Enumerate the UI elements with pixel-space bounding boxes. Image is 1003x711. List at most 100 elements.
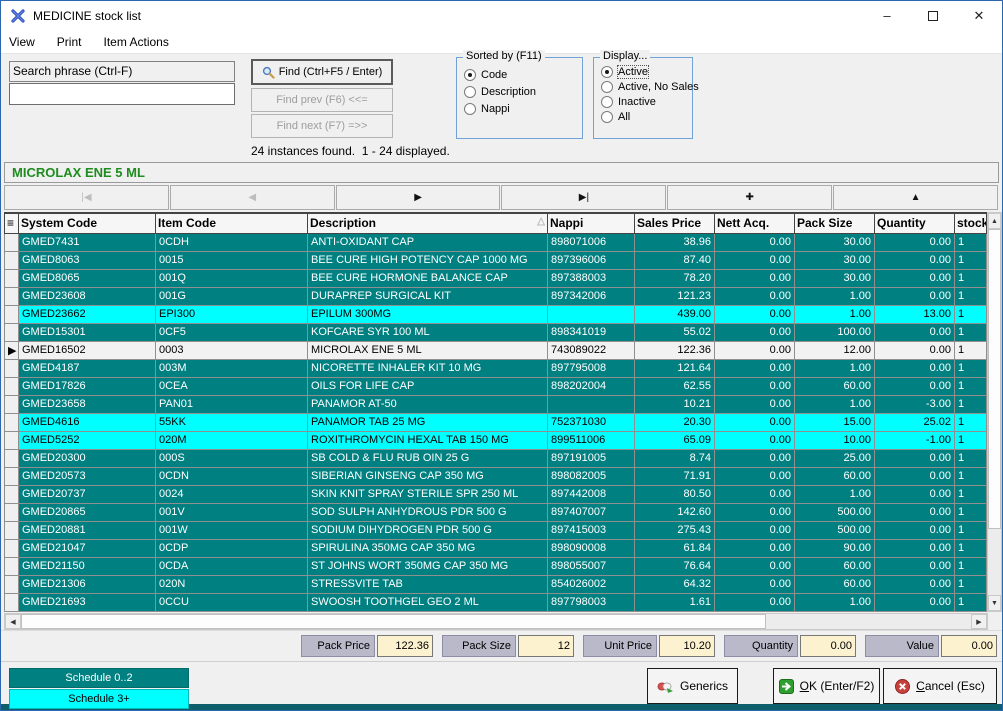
table-row[interactable]: GMED21306020NSTRESSVITE TAB85402600264.3…: [5, 575, 987, 593]
cell-sales-price: 142.60: [635, 503, 715, 521]
cell-item-code: PAN01: [156, 395, 308, 413]
maximize-button[interactable]: [910, 1, 956, 30]
table-row[interactable]: GMED20300000SSB COLD & FLU RUB OIN 25 G8…: [5, 449, 987, 467]
field-value-quantity[interactable]: 0.00: [800, 635, 856, 657]
table-row[interactable]: GMED210470CDPSPIRULINA 350MG CAP 350 MG8…: [5, 539, 987, 557]
table-row[interactable]: GMED20881001WSODIUM DIHYDROGEN PDR 500 G…: [5, 521, 987, 539]
cell-system-code: GMED20300: [19, 449, 156, 467]
field-pack-price: Pack Price122.36: [301, 635, 433, 657]
cell-item-code: 000S: [156, 449, 308, 467]
table-row[interactable]: GMED153010CF5KOFCARE SYR 100 ML898341019…: [5, 323, 987, 341]
table-row[interactable]: GMED80630015BEE CURE HIGH POTENCY CAP 10…: [5, 251, 987, 269]
scroll-down-button[interactable]: ▼: [988, 595, 1001, 611]
cell-nappi: 897407007: [548, 503, 635, 521]
cell-nappi: 898090008: [548, 539, 635, 557]
table-row[interactable]: GMED23662EPI300EPILUM 300MG439.000.001.0…: [5, 305, 987, 323]
display-option-all[interactable]: All: [601, 111, 692, 123]
minimize-button[interactable]: –: [864, 1, 910, 30]
field-value-pack-size[interactable]: 12: [518, 635, 574, 657]
table-row[interactable]: GMED205730CDNSIBERIAN GINSENG CAP 350 MG…: [5, 467, 987, 485]
menu-item-print[interactable]: Print: [57, 35, 82, 49]
table-row[interactable]: GMED5252020MROXITHROMYCIN HEXAL TAB 150 …: [5, 431, 987, 449]
find-prev-button[interactable]: Find prev (F6) <<=: [251, 88, 393, 112]
find-next-button[interactable]: Find next (F7) =>>: [251, 114, 393, 138]
cell-pack-size: 25.00: [795, 449, 875, 467]
table-row[interactable]: GMED23608001GDURAPREP SURGICAL KIT897342…: [5, 287, 987, 305]
cell-system-code: GMED17826: [19, 377, 156, 395]
last-record-button[interactable]: ▶|: [501, 185, 666, 210]
display-option-active-no-sales[interactable]: Active, No Sales: [601, 81, 692, 93]
column-header-pack-size[interactable]: Pack Size: [795, 213, 875, 233]
ok-button[interactable]: OK (Enter/F2): [773, 668, 880, 704]
sorted-by-option-description[interactable]: Description: [464, 86, 582, 98]
next-record-button[interactable]: ▶: [336, 185, 501, 210]
vertical-scrollbar[interactable]: ▲ ▼: [987, 212, 1002, 612]
find-button[interactable]: Find (Ctrl+F5 / Enter): [251, 59, 393, 85]
sorted-by-option-nappi[interactable]: Nappi: [464, 103, 582, 115]
cell-quantity: 0.00: [875, 377, 955, 395]
row-indicator: [5, 539, 19, 557]
cell-item-code: 0015: [156, 251, 308, 269]
table-row[interactable]: GMED23658PAN01PANAMOR AT-5010.210.001.00…: [5, 395, 987, 413]
column-header-quantity[interactable]: Quantity: [875, 213, 955, 233]
field-value-value[interactable]: 0.00: [941, 635, 997, 657]
menu-item-view[interactable]: View: [9, 35, 35, 49]
cell-nappi: 897795008: [548, 359, 635, 377]
scroll-up-record-button[interactable]: ▲: [833, 185, 998, 210]
scroll-left-button[interactable]: ◀: [5, 614, 21, 629]
cell-item-code: 0003: [156, 341, 308, 359]
table-row[interactable]: GMED461655KKPANAMOR TAB 25 MG75237103020…: [5, 413, 987, 431]
scroll-up-button[interactable]: ▲: [988, 213, 1001, 229]
vertical-scroll-thumb[interactable]: [988, 229, 1001, 529]
row-indicator: [5, 323, 19, 341]
sorted-by-option-code[interactable]: Code: [464, 69, 582, 81]
cancel-button[interactable]: Cancel (Esc): [883, 668, 997, 704]
menu-item-item-actions[interactable]: Item Actions: [103, 35, 168, 49]
cell-item-code: 0CDA: [156, 557, 308, 575]
table-row[interactable]: ▶GMED165020003MICROLAX ENE 5 ML743089022…: [5, 341, 987, 359]
display-option-inactive[interactable]: Inactive: [601, 96, 692, 108]
table-row[interactable]: GMED8065001QBEE CURE HORMONE BALANCE CAP…: [5, 269, 987, 287]
cell-pack-size: 500.00: [795, 521, 875, 539]
column-header-stock[interactable]: stock: [955, 213, 987, 233]
generics-button[interactable]: Generics: [647, 668, 738, 704]
vertical-scroll-track[interactable]: [988, 529, 1001, 595]
cell-system-code: GMED4616: [19, 413, 156, 431]
cell-pack-size: 90.00: [795, 539, 875, 557]
table-row[interactable]: GMED216930CCUSWOOSH TOOTHGEL GEO 2 ML897…: [5, 593, 987, 611]
table-row[interactable]: GMED211500CDAST JOHNS WORT 350MG CAP 350…: [5, 557, 987, 575]
horizontal-scroll-track[interactable]: [766, 614, 971, 629]
cell-sales-price: 38.96: [635, 233, 715, 251]
horizontal-scrollbar[interactable]: ◀ ▶: [4, 613, 988, 630]
column-header-nett-acq[interactable]: Nett Acq.: [715, 213, 795, 233]
row-indicator: [5, 593, 19, 611]
first-record-button[interactable]: |◀: [4, 185, 169, 210]
close-button[interactable]: ✕: [956, 1, 1002, 30]
cell-description: SPIRULINA 350MG CAP 350 MG: [308, 539, 548, 557]
display-option-active[interactable]: Active: [601, 66, 692, 78]
cell-pack-size: 60.00: [795, 467, 875, 485]
prior-record-button[interactable]: ◀: [170, 185, 335, 210]
scroll-right-button[interactable]: ▶: [971, 614, 987, 629]
cell-item-code: 0CDP: [156, 539, 308, 557]
table-row[interactable]: GMED74310CDHANTI-OXIDANT CAP89807100638.…: [5, 233, 987, 251]
table-row[interactable]: GMED4187003MNICORETTE INHALER KIT 10 MG8…: [5, 359, 987, 377]
column-header-description[interactable]: Description△: [308, 213, 548, 233]
column-header-system-code[interactable]: System Code: [19, 213, 156, 233]
table-row[interactable]: GMED178260CEAOILS FOR LIFE CAP8982020046…: [5, 377, 987, 395]
cell-nett-acq: 0.00: [715, 521, 795, 539]
cell-description: STRESSVITE TAB: [308, 575, 548, 593]
horizontal-scroll-thumb[interactable]: [21, 614, 766, 629]
field-value-unit-price[interactable]: 10.20: [659, 635, 715, 657]
column-header-sales-price[interactable]: Sales Price: [635, 213, 715, 233]
search-input[interactable]: [9, 83, 235, 105]
table-row[interactable]: GMED207370024SKIN KNIT SPRAY STERILE SPR…: [5, 485, 987, 503]
table-row[interactable]: GMED20865001VSOD SULPH ANHYDROUS PDR 500…: [5, 503, 987, 521]
cell-system-code: GMED15301: [19, 323, 156, 341]
bottom-panel: Schedule 0..2 Schedule 3+ Generics OK (E…: [1, 661, 1002, 704]
field-value-pack-price[interactable]: 122.36: [377, 635, 433, 657]
insert-record-button[interactable]: ✚: [667, 185, 832, 210]
column-header-item-code[interactable]: Item Code: [156, 213, 308, 233]
cell-nappi: 898055007: [548, 557, 635, 575]
column-header-nappi[interactable]: Nappi: [548, 213, 635, 233]
